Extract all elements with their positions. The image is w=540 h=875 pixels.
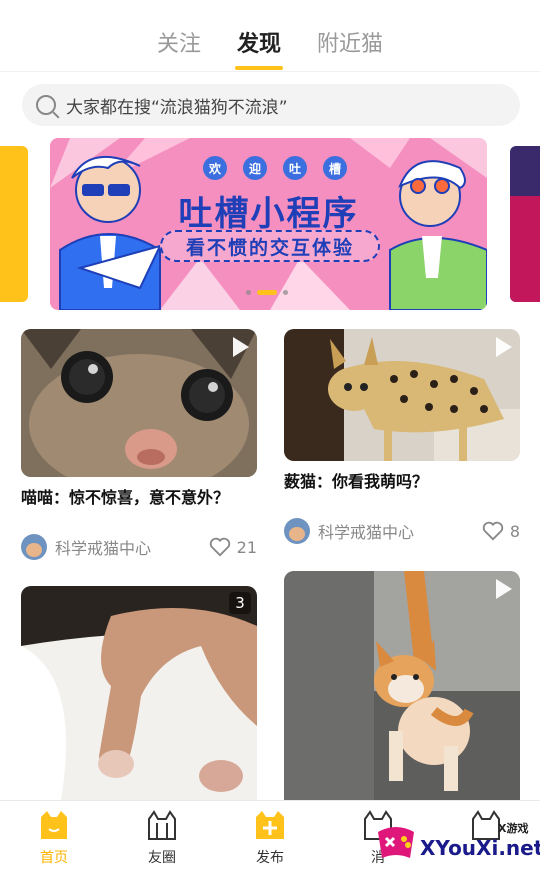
top-tab-bar: 关注 发现 附近猫 (0, 0, 540, 72)
play-icon (496, 579, 512, 599)
like-count: 8 (509, 521, 520, 541)
author-avatar[interactable] (21, 534, 47, 560)
pagination-dot (246, 290, 251, 295)
gamepad-logo-icon (378, 827, 414, 858)
banner-subtitle: 看不惯的交互体验 (160, 230, 380, 262)
tab-follow[interactable]: 关注 (157, 26, 201, 64)
image-count-badge: 3 (229, 592, 251, 614)
play-icon (233, 337, 249, 357)
search-icon (36, 95, 56, 115)
search-placeholder: 大家都在搜“流浪猫狗不流浪” (66, 97, 288, 118)
tab-discover[interactable]: 发现 (237, 26, 281, 64)
card-meta: 科学戒猫中心 8 (284, 517, 520, 545)
banner-next-peek[interactable] (510, 146, 540, 302)
heart-icon[interactable] (482, 521, 504, 541)
promo-banner[interactable]: 欢 迎 吐 槽 吐槽小程序 看不惯的交互体验 (50, 138, 487, 310)
kitten-image (284, 571, 520, 800)
watermark-brand: XYouXi.net (420, 836, 540, 860)
watermark-tag: X游戏 (498, 822, 529, 835)
banner-chip: 迎 (243, 156, 267, 180)
cat-face-image (21, 329, 257, 477)
author-avatar[interactable] (284, 518, 310, 544)
cat-video-thumbnail[interactable] (284, 329, 520, 461)
pagination-dot-active (257, 290, 277, 295)
feed-card[interactable]: 3 (21, 586, 257, 800)
author-name[interactable]: 科学戒猫中心 (55, 535, 209, 559)
home-cat-icon (37, 809, 71, 843)
pagination-dot (283, 290, 288, 295)
banner-pagination (246, 290, 288, 295)
cat-video-thumbnail[interactable] (284, 571, 520, 800)
card-title[interactable]: 喵喵：惊不惊喜，意不意外？ (21, 487, 257, 509)
nav-friends[interactable]: 友圈 (108, 801, 216, 875)
nav-label: 友圈 (148, 850, 176, 866)
banner-title: 吐槽小程序 (178, 194, 359, 234)
nav-home[interactable]: 首页 (0, 801, 108, 875)
banner-welcome-chips: 欢 迎 吐 槽 (203, 156, 347, 180)
friends-cat-icon (145, 809, 179, 843)
banner-chip: 吐 (283, 156, 307, 180)
app-screen: 关注 发现 附近猫 大家都在搜“流浪猫狗不流浪” 欢 迎 吐 槽 吐槽小程序 看… (0, 0, 540, 875)
cat-video-thumbnail[interactable] (21, 329, 257, 477)
card-meta: 科学戒猫中心 21 (21, 533, 257, 561)
banner-chip: 欢 (203, 156, 227, 180)
play-icon (496, 337, 512, 357)
hand-on-fur-image (21, 586, 257, 800)
author-name[interactable]: 科学戒猫中心 (318, 519, 482, 543)
banner-chip: 槽 (323, 156, 347, 180)
tab-nearby-cats[interactable]: 附近猫 (317, 26, 383, 64)
nav-label: 发布 (256, 850, 284, 866)
cat-photo-thumbnail[interactable]: 3 (21, 586, 257, 800)
feed-card[interactable] (284, 571, 520, 800)
card-title[interactable]: 薮猫：你看我萌吗？ (284, 471, 520, 493)
serval-image (284, 329, 520, 461)
nav-label: 首页 (40, 850, 68, 866)
feed-card[interactable]: 喵喵：惊不惊喜，意不意外？ 科学戒猫中心 21 (21, 329, 257, 561)
nav-publish[interactable]: 发布 (216, 801, 324, 875)
publish-plus-icon (253, 809, 287, 843)
feed-card[interactable]: 薮猫：你看我萌吗？ 科学戒猫中心 8 (284, 329, 520, 545)
site-watermark: XYouXi.net X游戏 (372, 818, 540, 870)
like-count: 21 (236, 537, 257, 557)
heart-icon[interactable] (209, 537, 231, 557)
banner-prev-peek[interactable] (0, 146, 28, 302)
search-bar[interactable]: 大家都在搜“流浪猫狗不流浪” (22, 84, 520, 126)
